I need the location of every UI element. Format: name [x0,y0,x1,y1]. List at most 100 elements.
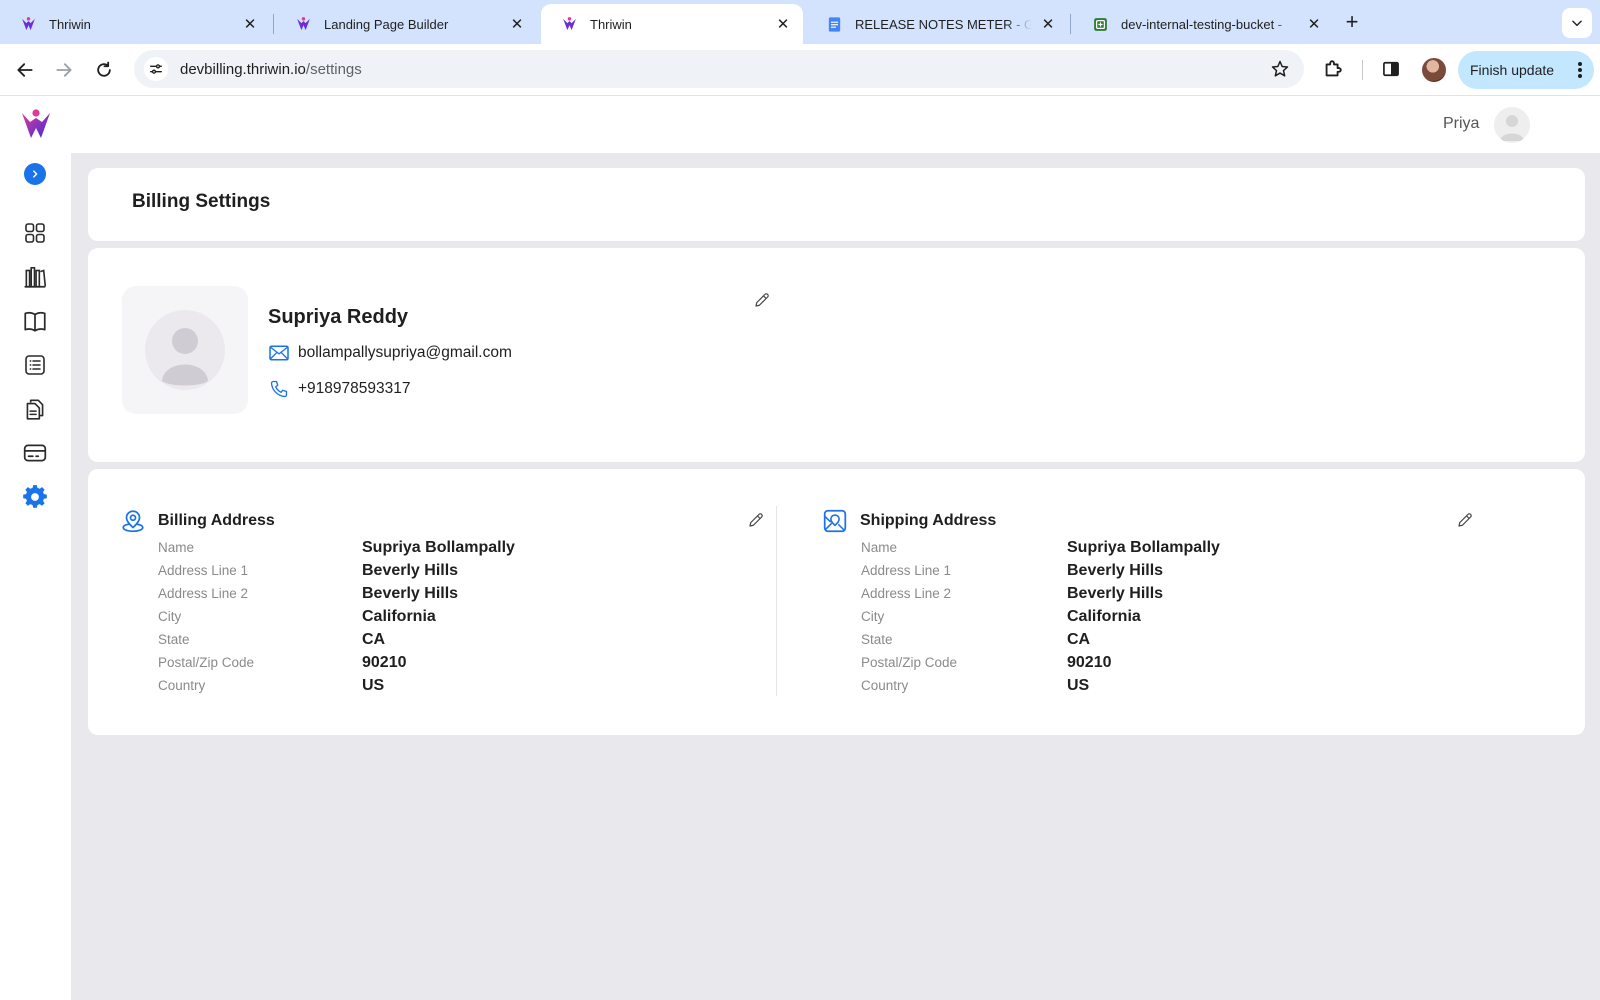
field-label: Address Line 2 [861,586,952,601]
settings-gear-icon[interactable] [22,484,48,510]
field-value: Beverly Hills [1067,584,1164,602]
profile-avatar[interactable] [1422,58,1446,82]
field-value: CA [1067,630,1091,648]
field-label: Address Line 1 [861,563,952,578]
billing-row-postal-code: Postal/Zip Code 90210 [158,651,558,674]
arrow-right-icon [56,63,72,77]
field-label: Country [861,678,909,693]
reload-icon [97,61,111,77]
field-label: Address Line 2 [158,586,249,601]
thriwin-logo-icon [20,16,37,33]
field-value: Beverly Hills [362,561,459,579]
pencil-icon [749,513,763,527]
field-value: Beverly Hills [362,584,459,602]
tab-title: Thriwin [590,16,632,32]
user-avatar[interactable] [1494,107,1530,143]
shipping-row-city: City California [861,605,1261,628]
edit-billing-address-button[interactable] [743,507,769,533]
browser-toolbar: devbilling.thriwin.io/settings Finish up… [0,44,1600,96]
url-host: devbilling.thriwin.io [180,60,306,78]
field-value: 90210 [362,653,407,671]
shipping-row-name: Name Supriya Bollampally [861,536,1261,559]
list-icon[interactable] [22,352,48,378]
expand-sidebar-button[interactable] [24,163,46,185]
profile-name: Supriya Reddy [268,306,409,328]
tab-divider [273,14,274,34]
extensions-button[interactable] [1320,56,1346,82]
close-tab-icon[interactable]: ✕ [1038,14,1058,34]
tab-title: Landing Page Builder [324,16,449,32]
field-value: Supriya Bollampally [1067,538,1220,556]
field-label: Country [158,678,206,693]
billing-row-address-line-2: Address Line 2 Beverly Hills [158,582,558,605]
phone-icon [268,378,290,400]
billing-row-country: Country US [158,674,558,697]
shipping-row-address-line-1: Address Line 1 Beverly Hills [861,559,1261,582]
billing-row-city: City California [158,605,558,628]
profile-email-row: bollampallysupriya@gmail.com [268,342,512,364]
page-title: Billing Settings [132,191,271,212]
bookmark-star-icon[interactable] [1270,59,1290,79]
browser-tab[interactable]: dev-internal-testing-bucket - ✕ [1072,4,1334,44]
pencil-icon [1458,513,1472,527]
close-tab-icon[interactable]: ✕ [773,14,793,34]
profile-phone: +918978593317 [298,380,411,397]
card-icon[interactable] [22,440,48,466]
field-label: State [861,632,893,647]
close-tab-icon[interactable]: ✕ [1304,14,1324,34]
profile-photo [122,286,248,414]
puzzle-icon [1325,60,1342,77]
forward-button[interactable] [50,56,78,84]
arrow-left-icon [17,63,33,77]
url-path: /settings [305,60,362,78]
field-label: Postal/Zip Code [158,655,255,670]
field-value: 90210 [1067,653,1112,671]
mail-icon [268,342,290,364]
reload-button[interactable] [90,56,118,84]
edit-profile-button[interactable] [749,287,775,313]
edit-shipping-address-button[interactable] [1452,507,1478,533]
billing-address-title: Billing Address [158,512,275,529]
back-button[interactable] [11,56,39,84]
profile-phone-row: +918978593317 [268,378,411,400]
browser-tab-strip: Thriwin ✕ Landing Page Builder ✕ Thriwin… [0,0,1600,44]
shipping-address-title: Shipping Address [860,512,997,529]
person-icon [1500,115,1524,141]
book-icon[interactable] [22,308,48,334]
field-label: City [861,609,885,624]
billing-row-address-line-1: Address Line 1 Beverly Hills [158,559,558,582]
field-label: State [158,632,190,647]
documents-icon[interactable] [22,396,48,422]
google-docs-icon [826,16,843,33]
field-label: Postal/Zip Code [861,655,958,670]
finish-update-button[interactable]: Finish update [1458,51,1594,89]
thriwin-logo[interactable] [18,107,54,143]
address-divider [776,506,777,696]
new-tab-button[interactable]: + [1340,9,1364,34]
map-pin-icon [823,509,847,533]
tab-search-button[interactable] [1562,8,1592,38]
billing-row-state: State CA [158,628,558,651]
browser-tab[interactable]: RELEASE NOTES METER - Go ✕ [806,4,1068,44]
thriwin-logo-icon [295,16,312,33]
browser-tab-active[interactable]: Thriwin ✕ [541,4,803,44]
close-tab-icon[interactable]: ✕ [507,14,527,34]
tab-title: dev-internal-testing-bucket - [1121,16,1283,32]
browser-tab[interactable]: Landing Page Builder ✕ [275,4,537,44]
address-bar[interactable]: devbilling.thriwin.io/settings [134,50,1304,88]
library-icon[interactable] [22,264,48,290]
close-tab-icon[interactable]: ✕ [240,14,260,34]
field-value: CA [362,630,386,648]
chevron-right-icon [33,170,38,178]
field-label: Name [158,540,195,555]
shipping-row-address-line-2: Address Line 2 Beverly Hills [861,582,1261,605]
side-panel-button[interactable] [1378,56,1404,82]
profile-email: bollampallysupriya@gmail.com [298,344,512,361]
header-user-name: Priya [1443,115,1480,132]
thriwin-logo-icon [561,16,578,33]
browser-tab[interactable]: Thriwin ✕ [0,4,270,44]
site-info-icon[interactable] [144,57,168,81]
app-header: Priya [0,97,1600,153]
tab-title: RELEASE NOTES METER - Go [855,16,1032,32]
dashboard-grid-icon[interactable] [22,220,48,246]
